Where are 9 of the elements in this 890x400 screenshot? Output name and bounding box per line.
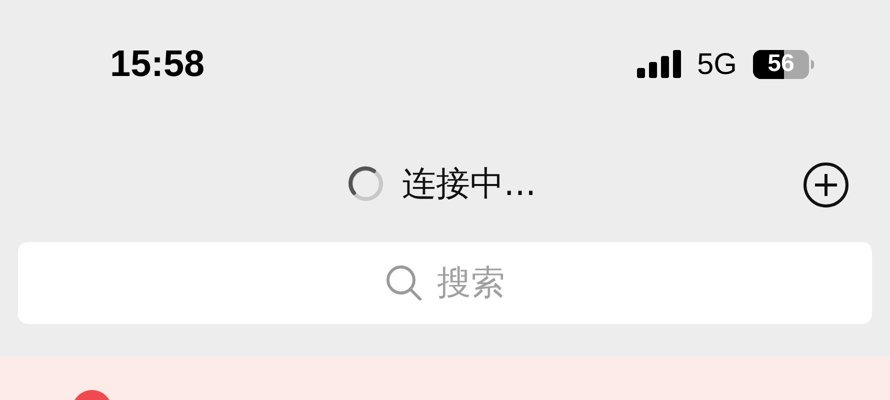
search-placeholder: 搜索 xyxy=(437,262,505,304)
signal-icon xyxy=(636,50,681,78)
search-field[interactable]: 搜索 xyxy=(18,242,872,324)
status-time: 15:58 xyxy=(110,42,205,86)
connection-title: 连接中... xyxy=(402,162,536,206)
loading-spinner-icon xyxy=(348,166,384,202)
network-label: 5G xyxy=(696,46,737,82)
add-icon[interactable] xyxy=(803,162,849,208)
search-icon xyxy=(385,264,423,302)
